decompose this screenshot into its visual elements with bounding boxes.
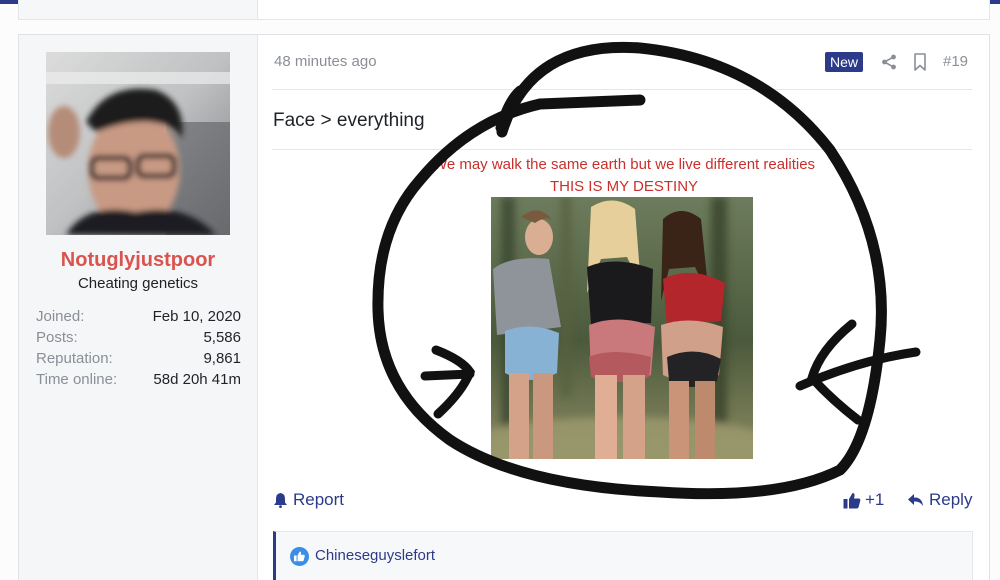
stat-value: 9,861 <box>203 350 241 367</box>
previous-post-sidebar <box>19 0 258 19</box>
bell-icon <box>274 493 287 508</box>
header-divider <box>272 89 972 90</box>
post-timestamp[interactable]: 48 minutes ago <box>274 53 377 70</box>
stat-joined: Joined: Feb 10, 2020 <box>36 308 241 329</box>
new-badge: New <box>825 52 864 72</box>
thread-page: Notuglyjustpoor Cheating genetics Joined… <box>0 0 1000 580</box>
stat-label: Joined: <box>36 308 85 325</box>
stat-label: Posts: <box>36 329 78 346</box>
bookmark-icon[interactable] <box>913 53 927 71</box>
stat-value: Feb 10, 2020 <box>152 308 241 325</box>
reply-button[interactable]: Reply <box>907 490 972 510</box>
signature-line-2: THIS IS MY DESTINY <box>549 178 699 195</box>
stat-label: Time online: <box>36 371 118 388</box>
stat-time-online: Time online: 58d 20h 41m <box>36 371 241 392</box>
stat-value: 58d 20h 41m <box>153 371 241 388</box>
stat-label: Reputation: <box>36 350 113 367</box>
user-stats: Joined: Feb 10, 2020 Posts: 5,586 Reputa… <box>36 308 241 392</box>
reply-label: Reply <box>929 490 973 509</box>
report-button[interactable]: Report <box>273 490 344 510</box>
liker-name-link[interactable]: Chineseguyslefort <box>315 547 435 564</box>
signature-photo <box>491 197 753 459</box>
signature-image <box>491 197 753 459</box>
reply-arrow-icon <box>908 494 923 506</box>
share-icon[interactable] <box>881 54 897 70</box>
post-body-text: Face > everything <box>273 110 425 131</box>
likes-bar: Chineseguyslefort <box>273 531 973 580</box>
signature-line-1: We may walk the same earth but we live d… <box>432 156 816 173</box>
user-title: Cheating genetics <box>77 275 199 292</box>
stat-value: 5,586 <box>203 329 241 346</box>
like-button[interactable]: +1 <box>843 490 884 510</box>
report-label: Report <box>293 490 345 509</box>
post-card: Notuglyjustpoor Cheating genetics Joined… <box>18 34 990 580</box>
avatar[interactable] <box>46 52 230 235</box>
post-main: 48 minutes ago New #19 Face > everything… <box>257 35 991 580</box>
stat-posts: Posts: 5,586 <box>36 329 241 350</box>
like-reaction-icon <box>290 547 309 566</box>
post-number-link[interactable]: #19 <box>943 53 968 70</box>
previous-post <box>18 0 990 20</box>
username-link[interactable]: Notuglyjustpoor <box>19 249 257 272</box>
signature-divider <box>272 149 972 150</box>
user-info-panel: Notuglyjustpoor Cheating genetics Joined… <box>19 35 258 580</box>
like-count: +1 <box>865 490 885 509</box>
thumbs-up-icon <box>843 492 861 508</box>
stat-reputation: Reputation: 9,861 <box>36 350 241 371</box>
avatar-photo <box>46 52 230 235</box>
